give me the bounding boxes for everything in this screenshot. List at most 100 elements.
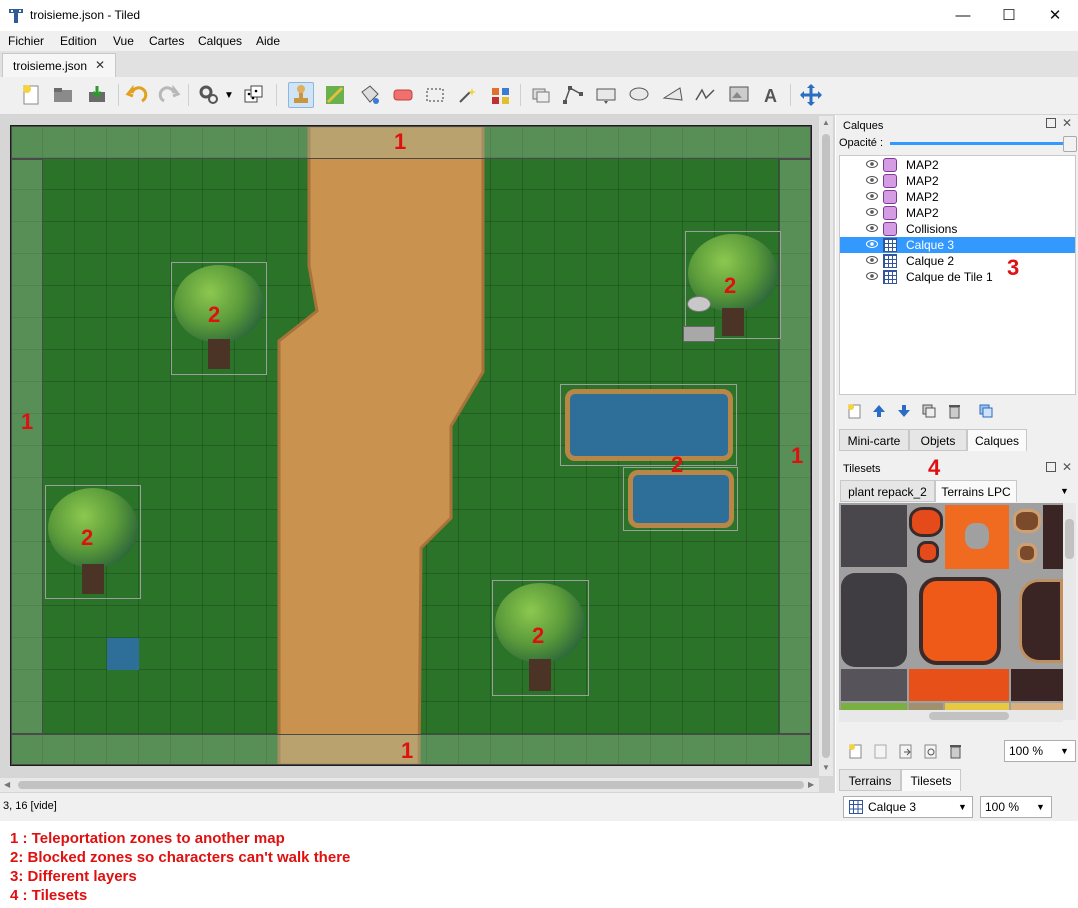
insert-tile-button[interactable]: [726, 82, 752, 108]
scroll-up-icon[interactable]: ▲: [822, 118, 830, 127]
terrain-brush-button[interactable]: [322, 82, 348, 108]
tab-tilesets[interactable]: Tilesets: [901, 769, 961, 791]
map-vertical-scrollbar[interactable]: ▲ ▼: [819, 116, 833, 776]
tab-calques[interactable]: Calques: [967, 429, 1027, 451]
menu-cartes[interactable]: Cartes: [149, 34, 184, 48]
scroll-down-icon[interactable]: ▼: [822, 763, 830, 772]
layer-row[interactable]: MAP2: [840, 189, 1075, 205]
map-canvas[interactable]: 1 1 1 1 2 2 2 2 2: [10, 125, 812, 766]
raise-layer-button[interactable]: [871, 403, 887, 422]
add-layer-button[interactable]: [846, 403, 862, 419]
tab-terrains-lpc[interactable]: Terrains LPC: [935, 480, 1017, 502]
menu-vue[interactable]: Vue: [113, 34, 134, 48]
tileset-tile[interactable]: [841, 669, 907, 701]
tileset-scroll-thumb[interactable]: [1065, 519, 1074, 559]
opacity-slider[interactable]: [890, 142, 1070, 145]
edit-polygons-button[interactable]: [560, 82, 586, 108]
menu-calques[interactable]: Calques: [198, 34, 242, 48]
eye-visibility-icon[interactable]: [866, 255, 878, 265]
layer-row[interactable]: MAP2: [840, 173, 1075, 189]
select-objects-button[interactable]: [528, 82, 554, 108]
insert-polyline-button[interactable]: [692, 82, 718, 108]
delete-layer-button[interactable]: [946, 403, 962, 422]
opacity-slider-handle[interactable]: [1063, 136, 1077, 152]
document-tab[interactable]: troisieme.json ✕: [2, 53, 116, 78]
tileset-tile[interactable]: [1011, 669, 1063, 701]
edit-tileset-button[interactable]: [922, 743, 938, 762]
scroll-right-icon[interactable]: ▶: [808, 780, 814, 789]
lower-layer-button[interactable]: [896, 403, 912, 422]
tileset-hscroll-thumb[interactable]: [929, 712, 1009, 720]
close-button[interactable]: ✕: [1032, 0, 1078, 31]
move-tool-button[interactable]: [798, 82, 824, 108]
duplicate-layer-button[interactable]: [921, 403, 937, 422]
menu-aide[interactable]: Aide: [256, 34, 280, 48]
menu-fichier[interactable]: Fichier: [8, 34, 44, 48]
select-same-tile-button[interactable]: [488, 82, 514, 108]
insert-text-button[interactable]: A: [758, 82, 784, 108]
tileset-tile[interactable]: [1043, 505, 1063, 569]
tab-plant-repack[interactable]: plant repack_2: [840, 480, 935, 502]
layer-row[interactable]: MAP2: [840, 205, 1075, 221]
tileset-tile[interactable]: [919, 577, 1001, 665]
map-horizontal-scrollbar[interactable]: ◀ ▶: [0, 778, 819, 792]
tileset-tile[interactable]: [945, 505, 1009, 569]
minimize-button[interactable]: —: [940, 0, 986, 31]
new-file-button[interactable]: [18, 82, 44, 108]
maximize-button[interactable]: ☐: [986, 0, 1032, 31]
rectangle-select-button[interactable]: [422, 82, 448, 108]
eye-visibility-icon[interactable]: [866, 207, 878, 217]
eye-visibility-icon[interactable]: [866, 175, 878, 185]
tileset-tile[interactable]: [909, 669, 1009, 701]
eye-visibility-icon[interactable]: [866, 159, 878, 169]
eye-visibility-icon[interactable]: [866, 271, 878, 281]
eye-visibility-icon[interactable]: [866, 239, 878, 249]
remove-tileset-button[interactable]: [947, 743, 963, 762]
bucket-fill-button[interactable]: [356, 82, 382, 108]
eye-visibility-icon[interactable]: [866, 191, 878, 201]
horizontal-scroll-thumb[interactable]: [18, 781, 804, 789]
tab-objets[interactable]: Objets: [909, 429, 967, 451]
tab-terrains[interactable]: Terrains: [839, 769, 901, 791]
tileset-vertical-scrollbar[interactable]: [1063, 503, 1076, 720]
tileset-zoom-select[interactable]: 100 % ▼: [1004, 740, 1076, 762]
tileset-tile[interactable]: [841, 573, 907, 667]
tileset-tile[interactable]: [1017, 543, 1037, 563]
menu-edition[interactable]: Edition: [60, 34, 97, 48]
tilesets-menu-icon[interactable]: ▼: [1060, 486, 1069, 496]
new-tileset-button[interactable]: [847, 743, 863, 762]
float-panel-icon[interactable]: [1046, 462, 1056, 472]
layer-row[interactable]: Collisions: [840, 221, 1075, 237]
layer-row[interactable]: Calque 2: [840, 253, 1075, 269]
eye-visibility-icon[interactable]: [866, 223, 878, 233]
tileset-tile[interactable]: [909, 507, 943, 537]
tileset-tile[interactable]: [917, 541, 939, 563]
redo-button[interactable]: [156, 82, 182, 108]
open-file-button[interactable]: [50, 82, 76, 108]
close-panel-icon[interactable]: ✕: [1062, 460, 1072, 474]
save-file-button[interactable]: [84, 82, 110, 108]
close-panel-icon[interactable]: ✕: [1062, 116, 1072, 130]
tileset-view[interactable]: [839, 503, 1063, 720]
insert-ellipse-button[interactable]: [626, 82, 652, 108]
scroll-left-icon[interactable]: ◀: [4, 780, 10, 789]
random-mode-button[interactable]: [240, 82, 266, 108]
layer-row[interactable]: MAP2: [840, 157, 1075, 173]
show-hide-layers-button[interactable]: [978, 403, 994, 422]
float-panel-icon[interactable]: [1046, 118, 1056, 128]
layer-row[interactable]: Calque 3: [840, 237, 1075, 253]
insert-polygon-button[interactable]: [660, 82, 686, 108]
stamp-brush-button[interactable]: [288, 82, 314, 108]
export-tileset-button[interactable]: [897, 743, 913, 762]
tileset-horizontal-scrollbar[interactable]: [839, 710, 1063, 722]
magic-wand-button[interactable]: [454, 82, 480, 108]
undo-button[interactable]: [124, 82, 150, 108]
eraser-button[interactable]: [390, 82, 416, 108]
insert-rectangle-button[interactable]: [593, 82, 619, 108]
layer-row[interactable]: Calque de Tile 1: [840, 269, 1075, 285]
vertical-scroll-thumb[interactable]: [822, 134, 830, 758]
tab-mini-carte[interactable]: Mini-carte: [839, 429, 909, 451]
current-layer-select[interactable]: Calque 3 ▼: [843, 796, 973, 818]
commands-dropdown-icon[interactable]: ▼: [224, 90, 234, 101]
commands-button[interactable]: [196, 82, 222, 108]
